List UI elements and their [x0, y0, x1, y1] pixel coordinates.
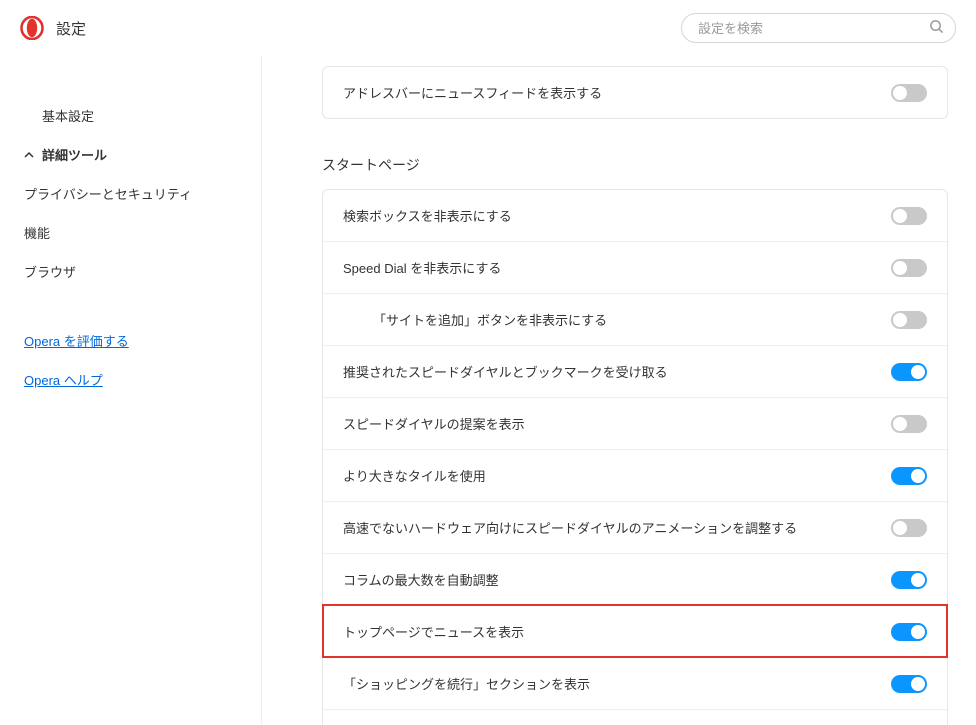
row-label: アドレスバーにニュースフィードを表示する — [343, 83, 602, 102]
toggle-top-news[interactable] — [891, 623, 927, 641]
header-left: 設定 — [20, 16, 86, 40]
sidebar-label: 詳細ツール — [42, 145, 107, 164]
row-label: Speed Dial を非表示にする — [343, 258, 501, 277]
row-hide-search[interactable]: 検索ボックスを非表示にする — [323, 190, 947, 241]
sidebar-label: ブラウザ — [24, 262, 76, 281]
row-recommended[interactable]: 推奨されたスピードダイヤルとブックマークを受け取る — [323, 345, 947, 397]
toggle-hide-speeddial[interactable] — [891, 259, 927, 277]
toggle-shopping[interactable] — [891, 675, 927, 693]
chevron-up-icon — [24, 150, 34, 160]
opera-logo-icon — [20, 16, 44, 40]
sidebar-item-basic[interactable]: 基本設定 — [0, 96, 261, 135]
sidebar-label: プライバシーとセキュリティ — [24, 184, 192, 203]
toggle-auto-columns[interactable] — [891, 571, 927, 589]
row-label: 検索ボックスを非表示にする — [343, 206, 512, 225]
row-label: より大きなタイルを使用 — [343, 466, 486, 485]
row-label: スピードダイヤルの提案を表示 — [343, 414, 525, 433]
search-container — [681, 13, 956, 43]
search-icon — [929, 19, 944, 37]
row-addressbar-news[interactable]: アドレスバーにニュースフィードを表示する — [323, 67, 947, 118]
row-anim-slow[interactable]: 高速でないハードウェア向けにスピードダイヤルのアニメーションを調整する — [323, 501, 947, 553]
header: 設定 — [0, 0, 976, 56]
main-content: アドレスバーにニュースフィードを表示する スタートページ 検索ボックスを非表示に… — [262, 56, 976, 725]
section-top: アドレスバーにニュースフィードを表示する — [322, 66, 948, 119]
row-label: トップページでニュースを表示 — [343, 622, 524, 641]
row-label: コラムの最大数を自動調整 — [343, 570, 499, 589]
row-hide-speeddial[interactable]: Speed Dial を非表示にする — [323, 241, 947, 293]
sidebar-label: 機能 — [24, 223, 50, 242]
toggle-hide-addsite[interactable] — [891, 311, 927, 329]
page-title: 設定 — [56, 18, 86, 39]
sidebar-spacer — [0, 291, 261, 321]
body: 基本設定 詳細ツール プライバシーとセキュリティ 機能 ブラウザ Opera を… — [0, 56, 976, 725]
sidebar-item-features[interactable]: 機能 — [0, 213, 261, 252]
sidebar-label: Opera を評価する — [24, 331, 129, 350]
row-shopping[interactable]: 「ショッピングを続行」セクションを表示 — [323, 657, 947, 709]
section-title-startpage: スタートページ — [322, 155, 948, 175]
sidebar-item-browser[interactable]: ブラウザ — [0, 252, 261, 291]
toggle-big-tiles[interactable] — [891, 467, 927, 485]
sidebar-link-rate[interactable]: Opera を評価する — [0, 321, 261, 360]
row-auto-columns[interactable]: コラムの最大数を自動調整 — [323, 553, 947, 605]
sidebar-item-advanced[interactable]: 詳細ツール — [0, 135, 261, 174]
row-top-news[interactable]: トップページでニュースを表示 — [323, 605, 947, 657]
section-startpage: 検索ボックスを非表示にする Speed Dial を非表示にする 「サイトを追加… — [322, 189, 948, 725]
row-label: 「ショッピングを続行」セクションを表示 — [343, 674, 590, 693]
toggle-suggestions[interactable] — [891, 415, 927, 433]
search-input[interactable] — [681, 13, 956, 43]
toggle-addressbar-news[interactable] — [891, 84, 927, 102]
row-hide-addsite[interactable]: 「サイトを追加」ボタンを非表示にする — [323, 293, 947, 345]
row-label: 「サイトを追加」ボタンを非表示にする — [343, 310, 607, 329]
row-label: 推奨されたスピードダイヤルとブックマークを受け取る — [343, 362, 668, 381]
row-booking[interactable]: 「Booking.com で続行」セクションを表示する — [323, 709, 947, 725]
sidebar: 基本設定 詳細ツール プライバシーとセキュリティ 機能 ブラウザ Opera を… — [0, 56, 262, 725]
toggle-anim-slow[interactable] — [891, 519, 927, 537]
row-big-tiles[interactable]: より大きなタイルを使用 — [323, 449, 947, 501]
sidebar-label: Opera ヘルプ — [24, 370, 103, 389]
sidebar-link-help[interactable]: Opera ヘルプ — [0, 360, 261, 399]
sidebar-item-privacy[interactable]: プライバシーとセキュリティ — [0, 174, 261, 213]
row-label: 高速でないハードウェア向けにスピードダイヤルのアニメーションを調整する — [343, 518, 797, 537]
toggle-recommended[interactable] — [891, 363, 927, 381]
row-suggestions[interactable]: スピードダイヤルの提案を表示 — [323, 397, 947, 449]
sidebar-label: 基本設定 — [42, 106, 94, 125]
toggle-hide-search[interactable] — [891, 207, 927, 225]
